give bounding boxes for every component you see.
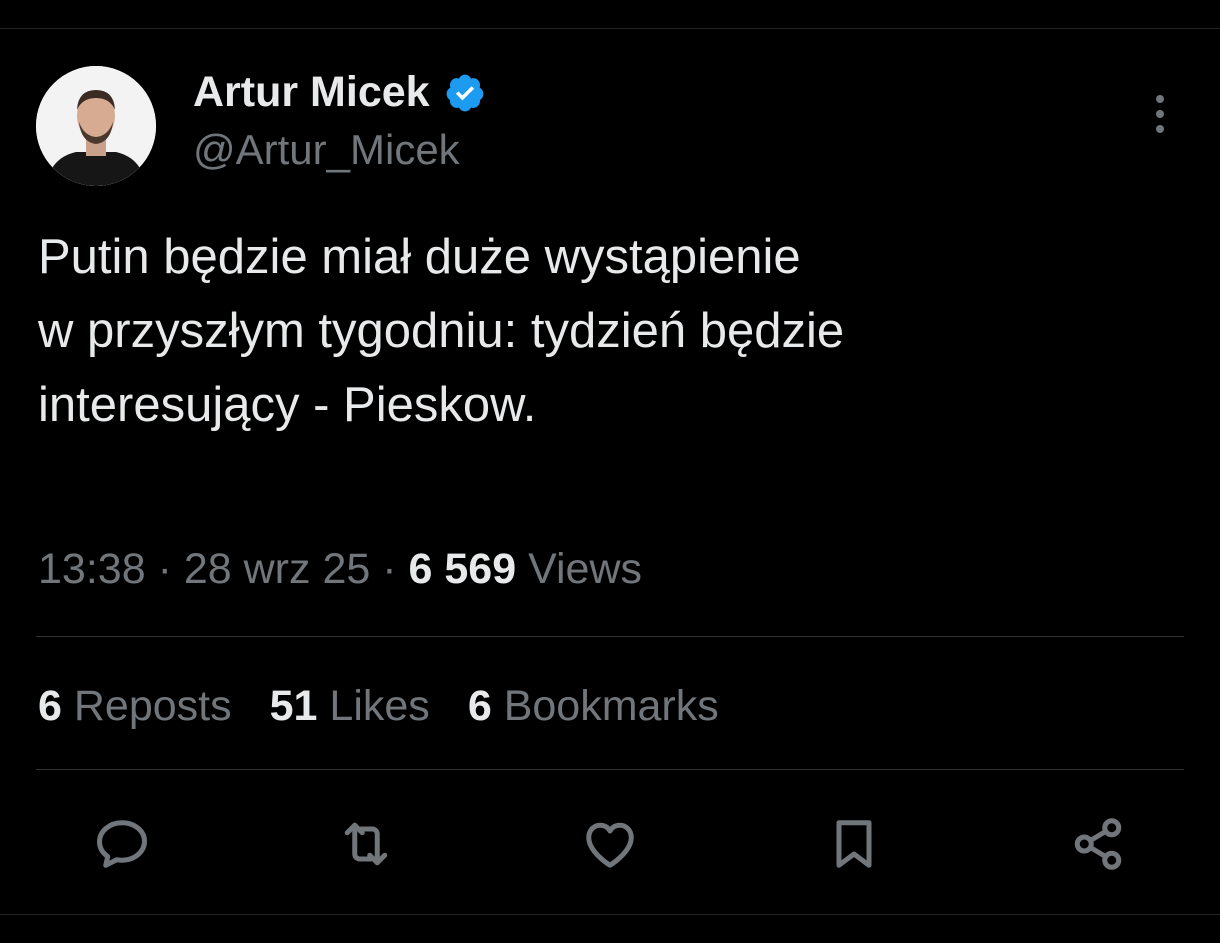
share-button[interactable]: [1066, 812, 1130, 876]
meta-separator: ·: [382, 545, 397, 593]
bookmarks-count: 6: [467, 682, 492, 730]
divider: [36, 769, 1184, 770]
more-vertical-icon-dot: [1156, 125, 1164, 133]
author-name-text: Artur Micek: [193, 68, 430, 116]
tweet-text-line: w przyszłym tygodniu: tydzień będzie: [38, 304, 845, 358]
tweet-date[interactable]: 28 wrz 25: [184, 545, 370, 593]
reposts-stat[interactable]: 6 Reposts: [38, 682, 232, 731]
tweet-text-line: Putin będzie miał duże wystąpienie: [38, 230, 801, 284]
avatar[interactable]: [36, 66, 156, 186]
repost-button[interactable]: [334, 812, 398, 876]
avatar-photo: [36, 66, 156, 186]
likes-label: Likes: [329, 682, 430, 730]
heart-icon: [586, 822, 634, 868]
share-icon: [1074, 818, 1122, 870]
like-button[interactable]: [578, 812, 642, 876]
more-options-button[interactable]: [1140, 90, 1180, 138]
more-vertical-icon-dot: [1156, 110, 1164, 118]
bookmark-button[interactable]: [822, 812, 886, 876]
bookmarks-stat[interactable]: 6 Bookmarks: [468, 682, 719, 731]
views-label: Views: [528, 545, 643, 593]
verified-badge-icon: [446, 74, 483, 111]
engagement-stats: 6 Reposts 51 Likes 6 Bookmarks: [38, 682, 757, 731]
author-handle[interactable]: @Artur_Micek: [193, 126, 460, 174]
bookmark-icon: [836, 820, 872, 868]
tweet-text: Putin będzie miał duże wystąpienie w prz…: [38, 220, 1158, 442]
reposts-count: 6: [38, 682, 62, 730]
tweet-meta: 13:38 · 28 wrz 25 · 6 569 Views: [38, 545, 642, 594]
author-name[interactable]: Artur Micek: [193, 68, 486, 117]
reply-icon: [97, 820, 147, 868]
bookmarks-label: Bookmarks: [503, 682, 719, 730]
meta-separator: ·: [157, 545, 172, 593]
bottom-divider: [0, 914, 1220, 915]
more-vertical-icon-dot: [1156, 95, 1164, 103]
top-divider: [0, 28, 1220, 29]
reply-button[interactable]: [90, 812, 154, 876]
likes-stat[interactable]: 51 Likes: [270, 682, 430, 731]
divider: [36, 636, 1184, 637]
repost-icon: [344, 822, 388, 866]
views-count: 6 569: [408, 545, 517, 593]
tweet-text-line: interesujący - Pieskow.: [38, 378, 537, 432]
reposts-label: Reposts: [73, 682, 232, 730]
likes-count: 51: [269, 682, 318, 730]
tweet-time[interactable]: 13:38: [38, 545, 146, 593]
